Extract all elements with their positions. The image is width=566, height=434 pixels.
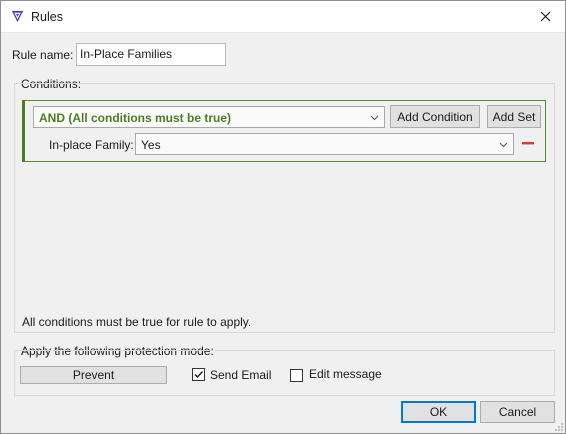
chevron-down-icon xyxy=(499,142,508,148)
logic-value: AND (All conditions must be true) xyxy=(39,111,231,125)
send-email-label: Send Email xyxy=(210,368,272,382)
minus-icon xyxy=(522,142,534,145)
chevron-down-icon xyxy=(370,115,379,121)
window-title: Rules xyxy=(31,10,63,24)
logic-select[interactable]: AND (All conditions must be true) xyxy=(33,106,385,128)
rule-name-label: Rule name: xyxy=(12,48,74,62)
edit-message-label: Edit message xyxy=(309,367,382,381)
edit-message-checkbox[interactable] xyxy=(290,369,303,382)
condition-value: Yes xyxy=(141,138,161,152)
app-logo-icon xyxy=(11,10,24,23)
rules-dialog: Rules Rule name: In-Place Families Condi… xyxy=(0,0,566,434)
condition-value-select[interactable]: Yes xyxy=(135,133,514,155)
add-condition-button[interactable]: Add Condition xyxy=(390,105,480,128)
title-bar: Rules xyxy=(1,1,565,33)
cancel-button[interactable]: Cancel xyxy=(480,401,555,423)
rule-name-value: In-Place Families xyxy=(80,47,173,61)
rule-name-input[interactable]: In-Place Families xyxy=(76,43,226,66)
remove-condition-button[interactable] xyxy=(519,135,539,151)
checkmark-icon xyxy=(194,371,204,379)
prevent-mode-button[interactable]: Prevent xyxy=(20,366,167,384)
ok-button[interactable]: OK xyxy=(401,401,476,423)
close-button[interactable] xyxy=(525,1,565,32)
send-email-checkbox[interactable] xyxy=(192,368,205,381)
add-set-button[interactable]: Add Set xyxy=(487,105,541,128)
close-icon xyxy=(540,11,550,22)
resize-grip-icon[interactable] xyxy=(554,422,564,432)
condition-label: In-place Family: xyxy=(49,138,134,152)
conditions-footer-note: All conditions must be true for rule to … xyxy=(22,315,252,329)
condition-set: AND (All conditions must be true) Add Co… xyxy=(22,100,546,162)
